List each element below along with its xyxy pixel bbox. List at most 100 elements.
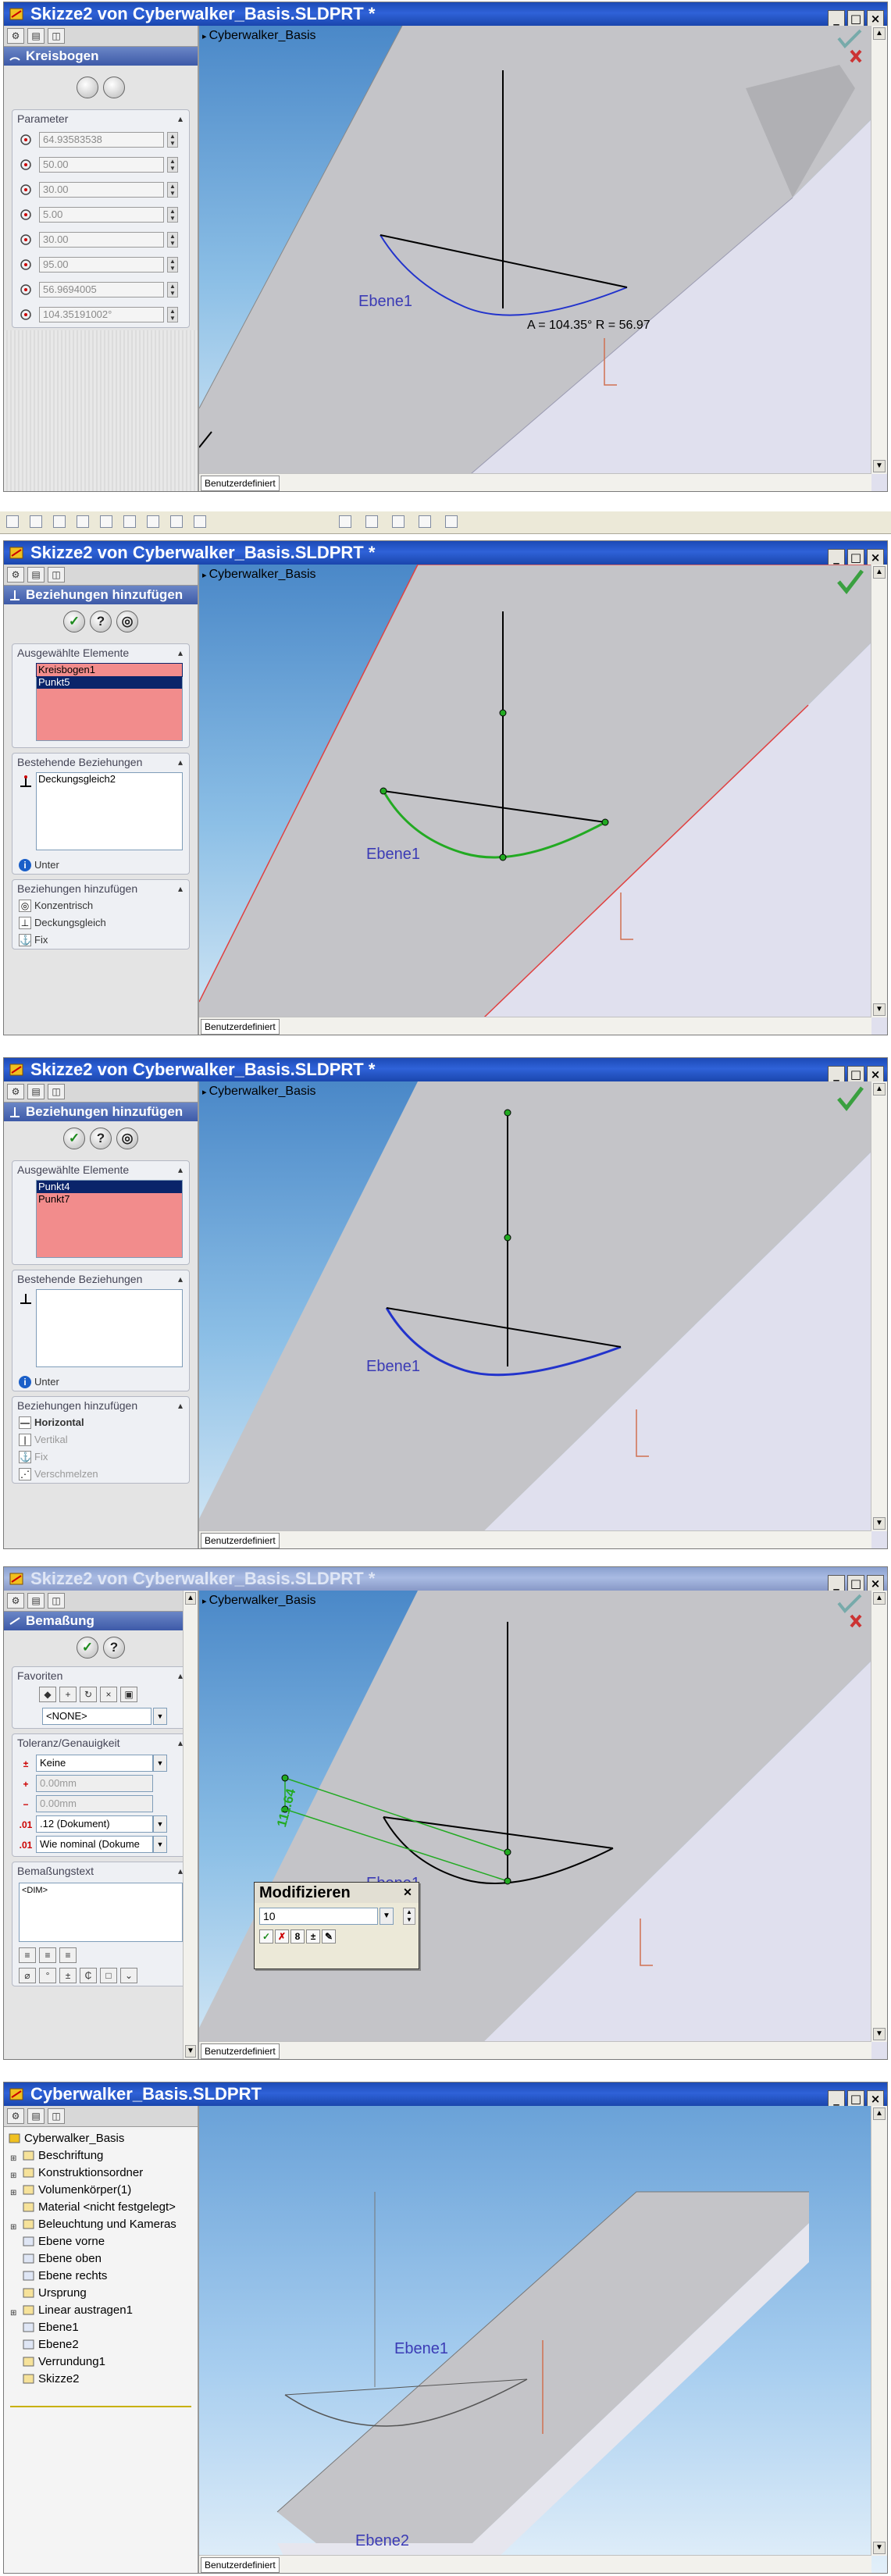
tree-item[interactable]: Ebene vorne (4, 2233, 198, 2250)
vertical-scrollbar[interactable]: ▲ ▼ (871, 2106, 887, 2556)
arc-dimension[interactable]: A = 104.35° R = 56.97 (527, 319, 650, 333)
relation-option[interactable]: ⚓ Fix (12, 1448, 189, 1466)
close-icon[interactable]: ✕ (400, 1884, 415, 1900)
close-button[interactable]: × (867, 1066, 884, 1083)
tree-item[interactable]: ⊞ Konstruktionsordner (4, 2164, 198, 2182)
spin-buttons[interactable]: ▲ ▼ (167, 282, 178, 298)
minimize-button[interactable]: _ (828, 1575, 845, 1592)
chevron-down-icon[interactable]: ▼ (380, 1908, 394, 1925)
relation-option[interactable]: ◎ Konzentrisch (12, 897, 189, 914)
maximize-button[interactable]: □ (847, 10, 864, 27)
ok-button[interactable] (77, 77, 98, 98)
offset-icon[interactable] (365, 515, 378, 528)
confirm-corner-icon[interactable] (834, 1592, 865, 1631)
horizontal-scrollbar[interactable]: Benutzerdefiniert (199, 1017, 871, 1035)
relation-option[interactable]: — Horizontal (12, 1414, 189, 1431)
spline-icon[interactable] (147, 515, 159, 528)
graphics-viewport[interactable]: Cyberwalker_Basis Ebene1 ▲▼ Benutzerdefi… (199, 1081, 887, 1548)
config-tab-icon[interactable]: ◫ (48, 1084, 65, 1099)
selected-list[interactable]: Punkt4 Punkt7 (36, 1180, 183, 1258)
param-value[interactable]: 30.00 (39, 232, 164, 248)
group-header[interactable]: Bestehende Beziehungen (12, 1270, 189, 1288)
tree-item[interactable]: ⊞ Beschriftung (4, 2147, 198, 2164)
spin-buttons[interactable]: ▲ ▼ (403, 1908, 415, 1925)
graphics-viewport[interactable]: Cyberwalker_Basis Ebene1 ▲▼ Benutzerdefi… (199, 565, 887, 1035)
ok-button[interactable]: ✓ (77, 1637, 98, 1659)
config-tab-icon[interactable]: ◫ (48, 1593, 65, 1609)
fav-add-icon[interactable]: + (59, 1687, 77, 1702)
view-tab[interactable]: Benutzerdefiniert (201, 2043, 280, 2059)
dimension-text-area[interactable]: <DIM> (19, 1883, 183, 1942)
mirror-icon[interactable] (392, 515, 405, 528)
spin-buttons[interactable]: ▲ ▼ (167, 232, 178, 248)
minimize-button[interactable]: _ (828, 2090, 845, 2107)
plus-minus-icon[interactable]: ± (59, 1968, 77, 1983)
rebuild-icon[interactable]: 8 (290, 1929, 305, 1944)
param-value[interactable]: 5.00 (39, 207, 164, 223)
centerline-icon[interactable] (194, 515, 206, 528)
align-right-icon[interactable]: ≡ (59, 1947, 77, 1963)
maximize-button[interactable]: □ (847, 1575, 864, 1592)
ok-button[interactable]: ✓ (63, 611, 85, 632)
param-value[interactable]: 104.35191002° (39, 307, 164, 322)
tree-item[interactable]: Ebene1 (4, 2319, 198, 2336)
close-button[interactable]: × (867, 1575, 884, 1592)
tolerance-type-select[interactable]: Keine (36, 1755, 153, 1772)
mark-icon[interactable]: ✎ (322, 1929, 336, 1944)
group-header[interactable]: Beziehungen hinzufügen (12, 1397, 189, 1414)
group-header[interactable]: Favoriten (12, 1667, 189, 1684)
precision-select[interactable]: .12 (Dokument) (36, 1815, 153, 1833)
list-item[interactable]: Kreisbogen1 (36, 663, 183, 677)
line-icon[interactable] (53, 515, 66, 528)
point-icon[interactable] (170, 515, 183, 528)
list-item[interactable]: Punkt4 (37, 1181, 182, 1193)
dimension-icon[interactable] (445, 515, 458, 528)
fav-delete-icon[interactable]: × (100, 1687, 117, 1702)
graphics-viewport[interactable]: Ebene1 Ebene2 ▲ ▼ Benutzerdefiniert (199, 2106, 887, 2573)
align-left-icon[interactable]: ≡ (19, 1947, 36, 1963)
cancel-icon[interactable]: ✗ (275, 1929, 289, 1944)
tree-item[interactable]: ⊞ Linear austragen1 (4, 2302, 198, 2319)
spin-buttons[interactable]: ▲ ▼ (167, 307, 178, 322)
trim-icon[interactable] (339, 515, 351, 528)
fav-save-icon[interactable]: ▣ (120, 1687, 137, 1702)
spin-buttons[interactable]: ▲ ▼ (167, 207, 178, 223)
view-tab[interactable]: Benutzerdefiniert (201, 476, 280, 491)
degree-icon[interactable]: ° (39, 1968, 56, 1983)
group-header[interactable]: Bemaßungstext (12, 1862, 189, 1879)
view-tab[interactable]: Benutzerdefiniert (201, 2557, 280, 2573)
selected-list[interactable]: Kreisbogen1 Punkt5 (36, 663, 183, 741)
spin-buttons[interactable]: ▲ ▼ (167, 132, 178, 148)
minimize-button[interactable]: _ (828, 549, 845, 566)
property-tab-icon[interactable]: ▤ (27, 28, 45, 44)
arc-icon[interactable] (123, 515, 136, 528)
minimize-button[interactable]: _ (828, 1066, 845, 1083)
param-value[interactable]: 64.93583538 (39, 132, 164, 148)
relations-icon[interactable] (419, 515, 431, 528)
close-button[interactable]: × (867, 2090, 884, 2107)
chevron-down-icon[interactable]: ▼ (153, 1836, 167, 1853)
help-button[interactable]: ? (90, 1128, 112, 1149)
relation-option[interactable]: ⊥ Deckungsgleich (12, 914, 189, 932)
help-button[interactable]: ? (103, 1637, 125, 1659)
spin-buttons[interactable]: ▲ ▼ (167, 257, 178, 273)
ok-button[interactable]: ✓ (63, 1128, 85, 1149)
tol-precision-select[interactable]: Wie nominal (Dokume (36, 1836, 153, 1853)
existing-list[interactable] (36, 1289, 183, 1367)
feature-tree-tab-icon[interactable]: ⚙ (7, 2108, 24, 2124)
maximize-button[interactable]: □ (847, 1066, 864, 1083)
tolerance-minus-input[interactable]: 0.00mm (36, 1795, 153, 1812)
panel-scrollbar[interactable]: ▲ ▼ (183, 1591, 198, 2059)
confirm-check-icon[interactable] (834, 566, 865, 597)
fav-update-icon[interactable]: ↻ (80, 1687, 97, 1702)
existing-list[interactable]: Deckungsgleich2 (36, 772, 183, 850)
tree-item[interactable]: Ebene rechts (4, 2268, 198, 2285)
fav-apply-icon[interactable]: ◆ (39, 1687, 56, 1702)
vertical-scrollbar[interactable]: ▲ ▼ (871, 565, 887, 1017)
param-value[interactable]: 95.00 (39, 257, 164, 273)
feature-tree-tab-icon[interactable]: ⚙ (7, 567, 24, 583)
relation-option[interactable]: ⋰ Verschmelzen (12, 1466, 189, 1483)
tolerance-plus-input[interactable]: 0.00mm (36, 1775, 153, 1792)
group-header[interactable]: Beziehungen hinzufügen (12, 880, 189, 897)
group-header[interactable]: Ausgewählte Elemente (12, 644, 189, 661)
